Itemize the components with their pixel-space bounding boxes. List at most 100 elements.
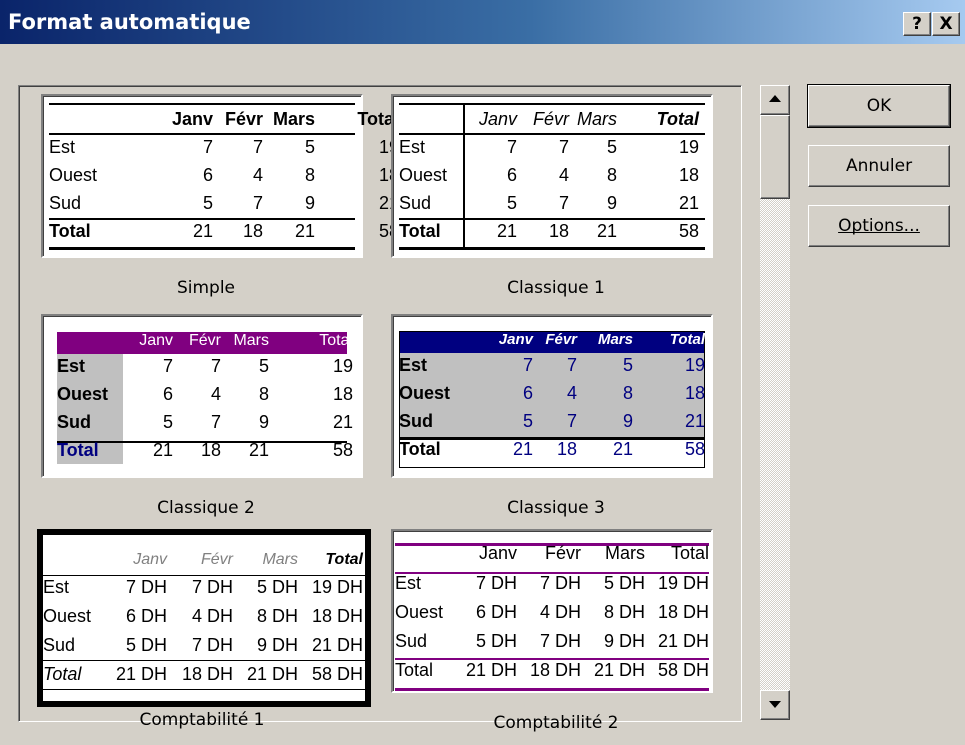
format-caption: Classique 2 (157, 498, 255, 518)
cell-value: 5 (622, 355, 633, 375)
row-label: Ouest (49, 165, 98, 185)
cell-value: 18 (556, 439, 577, 459)
row-label: Total (43, 664, 82, 684)
format-caption: Comptabilité 2 (493, 713, 619, 733)
format-sample-1[interactable]: Janv Févr Mars Total Est 7 7 5 19 Ouest 6 4 8 18 Sud 5 7… (41, 94, 399, 259)
cell-value: 18 (548, 221, 569, 241)
column-header: Janv (171, 109, 213, 129)
cell-value: 9 DH (603, 631, 645, 651)
column-header: Mars (605, 543, 645, 563)
row-label: Ouest (395, 602, 444, 622)
cell-value: 7 (522, 355, 533, 375)
row-label: Ouest (399, 383, 451, 403)
table-rule (399, 103, 705, 105)
cell-value: 21 DH (657, 631, 709, 651)
column-header: Total (670, 543, 709, 563)
cell-value: 7 DH (125, 577, 167, 597)
cell-value: 7 (506, 137, 517, 157)
table-rule (49, 103, 355, 105)
cell-value: 58 (332, 440, 353, 460)
cancel-button[interactable]: Annuler (808, 145, 950, 187)
table-rule (463, 103, 465, 249)
row-label: Sud (43, 635, 76, 655)
format-sample-6[interactable]: Janv Févr Mars Total Est 7 DH 7 DH 5 DH 19 DH Oue… (391, 529, 713, 693)
cell-value: 5 DH (603, 573, 645, 593)
row-label: Sud (399, 411, 433, 431)
format-caption: Comptabilité 1 (139, 710, 265, 730)
row-label: Est (399, 355, 428, 375)
cell-value: 7 DH (539, 573, 581, 593)
row-label: Est (395, 573, 422, 593)
cell-value: 5 (606, 137, 617, 157)
sample-table: Janv Févr Mars Total Est 7 7 5 19 Ouest 6 4 8 18 Sud 5 7… (399, 331, 705, 481)
table-rule (43, 575, 365, 576)
scroll-thumb[interactable] (760, 115, 790, 199)
row-label: Est (43, 577, 70, 597)
cell-value: 4 (252, 165, 263, 185)
help-button[interactable]: ? (903, 12, 931, 36)
cell-value: 7 (566, 411, 577, 431)
cell-value: 19 (332, 356, 353, 376)
cell-value: 5 DH (475, 631, 517, 651)
format-preview-list[interactable]: Janv Févr Mars Total Est 7 7 5 19 Ouest 6 4 8 18 Sud 5 7… (18, 85, 742, 733)
cell-value: 4 DH (539, 602, 581, 622)
cell-value: 5 (506, 193, 517, 213)
cell-value: 18 (200, 440, 221, 460)
cell-value: 5 DH (125, 635, 167, 655)
row-label: Sud (57, 412, 91, 432)
table-rule (43, 689, 365, 690)
cell-value: 6 (506, 165, 517, 185)
cell-value: 6 (202, 165, 213, 185)
cell-value: 21 (496, 221, 517, 241)
sample-table: Janv Févr Mars Total Est 7 DH 7 DH 5 DH 19 DH Oue… (395, 543, 709, 693)
cell-value: 9 (304, 193, 315, 213)
row-label: Sud (395, 631, 428, 651)
cell-value: 21 DH (465, 660, 517, 680)
scroll-down-button[interactable] (760, 690, 790, 720)
format-sample-5[interactable]: Janv Févr Mars Total Est 7 DH 7 DH 5 DH 19 DH Oue… (37, 529, 371, 707)
table-rule (399, 247, 705, 250)
vertical-scrollbar[interactable] (760, 85, 790, 720)
format-sample-4[interactable]: Janv Févr Mars Total Est 7 7 5 19 Ouest 6 4 8 18 Sud 5 7… (391, 314, 713, 478)
cell-value: 7 DH (191, 635, 233, 655)
table-rule (399, 133, 705, 135)
ok-button[interactable]: OK (807, 84, 951, 128)
cell-value: 21 (612, 439, 633, 459)
cell-value: 19 DH (657, 573, 709, 593)
window-title: Format automatique (8, 10, 251, 34)
close-button[interactable]: X (932, 12, 960, 36)
cell-value: 5 (202, 193, 213, 213)
cell-value: 8 (622, 383, 633, 403)
arrow-up-icon (769, 95, 781, 102)
column-header: Total (319, 332, 353, 349)
column-header: Févr (201, 551, 233, 568)
cell-value: 21 DH (593, 660, 645, 680)
cell-value: 8 (258, 384, 269, 404)
options-button[interactable]: Options... (808, 205, 950, 247)
column-header: Févr (189, 332, 221, 349)
cell-value: 4 (210, 384, 221, 404)
row-label: Total (395, 660, 434, 680)
column-header: Févr (224, 109, 263, 129)
format-sample-2[interactable]: Janv Févr Mars Total Est 7 7 5 19 Ouest 6 4 8 18 Sud 5 7… (391, 94, 713, 258)
cell-value: 7 (210, 412, 221, 432)
format-sample-3[interactable]: Janv Févr Mars Total Est 7 7 5 19 Ouest 6 4 8 18 Sud 5 7… (41, 314, 363, 478)
sample-table: Janv Févr Mars Total Est 7 7 5 19 Ouest 6 4 8 18 Sud 5 7… (49, 103, 399, 259)
cell-value: 4 (566, 383, 577, 403)
scroll-up-button[interactable] (760, 85, 790, 115)
cell-value: 7 (210, 356, 221, 376)
cell-value: 8 (606, 165, 617, 185)
cell-value: 8 (304, 165, 315, 185)
cell-value: 7 DH (191, 577, 233, 597)
row-label: Total (49, 221, 91, 241)
cell-value: 18 DH (657, 602, 709, 622)
sample-table: Janv Févr Mars Total Est 7 DH 7 DH 5 DH 19 DH Oue… (43, 551, 365, 701)
cell-value: 7 (202, 137, 213, 157)
cell-value: 18 DH (181, 664, 233, 684)
arrow-down-icon (769, 701, 781, 708)
row-label: Sud (49, 193, 82, 213)
column-header: Total (669, 331, 705, 348)
column-header: Mars (577, 109, 617, 129)
cell-value: 5 (162, 412, 173, 432)
cell-value: 4 DH (191, 606, 233, 626)
